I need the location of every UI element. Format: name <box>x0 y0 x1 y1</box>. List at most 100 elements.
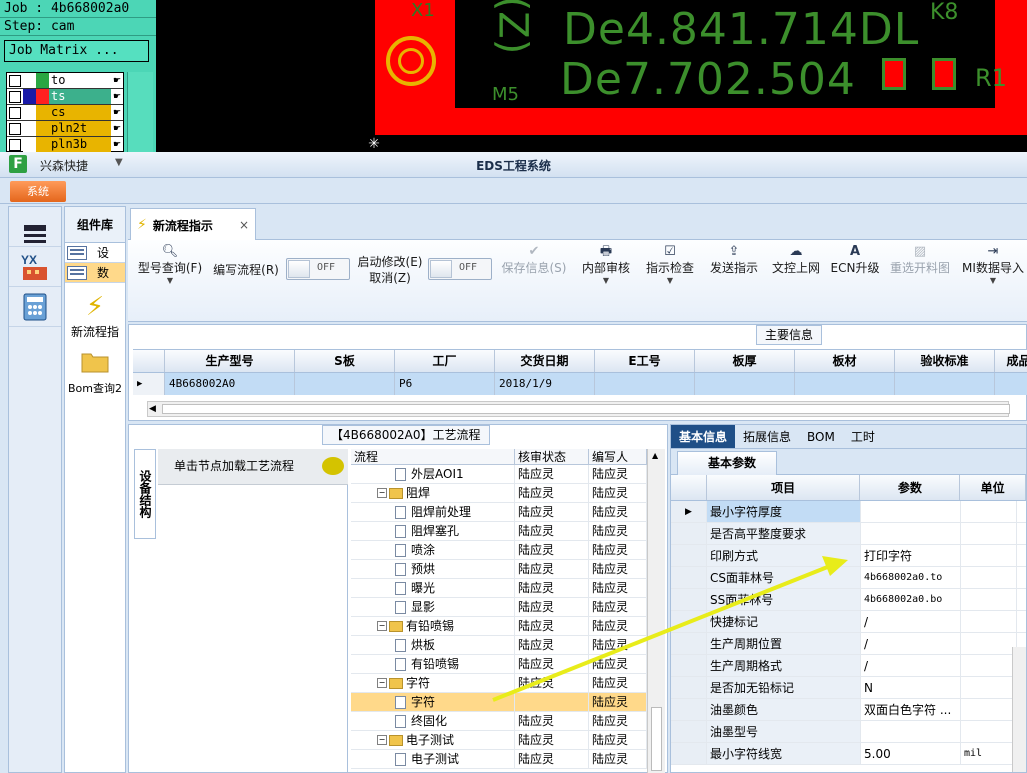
tree-node[interactable]: 电子测试 <box>351 750 515 768</box>
layer-name[interactable]: ts <box>49 89 111 104</box>
write-process-toggle[interactable]: OFF <box>286 258 350 280</box>
tree-node[interactable]: 阻焊前处理 <box>351 503 515 521</box>
table-row[interactable]: 电子测试 陆应灵 陆应灵 <box>351 750 647 769</box>
table-row[interactable]: − 阻焊 陆应灵 陆应灵 <box>351 484 647 503</box>
doc-upload-button[interactable]: ☁ 文控上网 <box>768 240 824 302</box>
table-row[interactable]: 生产周期位置 / <box>671 633 1026 655</box>
mi-data-import-button[interactable]: ⇥ MI数据导入 ▼ <box>960 240 1026 302</box>
close-icon[interactable]: × <box>239 218 249 232</box>
vertical-scrollbar[interactable]: ▲ <box>647 449 665 773</box>
tree-node[interactable]: 终固化 <box>351 712 515 730</box>
column-header[interactable]: 交货日期 <box>495 350 595 372</box>
table-row[interactable]: 是否高平整度要求 <box>671 523 1026 545</box>
param-value[interactable]: 打印字符 <box>861 545 961 566</box>
scrollbar-thumb[interactable] <box>651 707 662 771</box>
layer-color-swatch[interactable] <box>23 105 36 120</box>
layer-row[interactable]: to ☛ <box>7 73 123 89</box>
tab-拓展信息[interactable]: 拓展信息 <box>735 425 799 448</box>
table-row[interactable]: 印刷方式 打印字符 <box>671 545 1026 567</box>
table-row[interactable]: 生产周期格式 / <box>671 655 1026 677</box>
collapse-icon[interactable]: − <box>377 621 387 631</box>
indicator-check-button[interactable]: ☑ 指示检查 ▼ <box>642 240 698 302</box>
reselect-drawing-button[interactable]: ▨ 重选开料图 <box>888 240 952 302</box>
scroll-up-icon[interactable]: ▲ <box>652 451 658 460</box>
param-value[interactable]: / <box>861 633 961 654</box>
table-row[interactable]: 显影 陆应灵 陆应灵 <box>351 598 647 617</box>
tab-device-structure[interactable]: 设备结构 <box>134 449 156 539</box>
startup-modify-toggle[interactable]: OFF <box>428 258 492 280</box>
menu-system-button[interactable]: 系统 <box>10 181 66 202</box>
tab-basic-params[interactable]: 基本参数 <box>677 451 777 475</box>
param-value[interactable]: / <box>861 655 961 676</box>
table-row[interactable]: 喷涂 陆应灵 陆应灵 <box>351 541 647 560</box>
lib-item-bom-query[interactable]: Bom查询2 <box>65 348 125 396</box>
table-cell[interactable]: 4B668002A0 <box>165 373 295 395</box>
table-row[interactable]: SS面菲林号 4b668002a0.bo <box>671 589 1026 611</box>
internal-review-button[interactable]: 🖶 内部审核 ▼ <box>578 240 634 302</box>
layer-checkbox[interactable] <box>9 122 21 135</box>
param-value[interactable] <box>861 501 961 522</box>
tree-node[interactable]: 烘板 <box>351 636 515 654</box>
table-cell[interactable]: 2018/1/9 0:00:00 <box>495 373 595 412</box>
table-cell[interactable] <box>895 373 995 395</box>
job-matrix-button[interactable]: Job Matrix ... <box>4 40 149 62</box>
tree-node[interactable]: − 有铅喷锡 <box>351 617 515 635</box>
lib-tab-data[interactable]: 数 <box>65 263 125 283</box>
table-row[interactable]: − 有铅喷锡 陆应灵 陆应灵 <box>351 617 647 636</box>
tree-node[interactable]: 预烘 <box>351 560 515 578</box>
layer-name[interactable]: pln3b <box>49 137 111 152</box>
param-value[interactable]: 5.00 <box>861 743 961 764</box>
layer-row[interactable]: ts ☛ <box>7 89 123 105</box>
load-process-hint[interactable]: 单击节点加载工艺流程 <box>158 449 348 485</box>
hamburger-menu-icon[interactable] <box>9 207 61 247</box>
send-indicator-button[interactable]: ⇪ 发送指示 <box>706 240 762 302</box>
layer-checkbox[interactable] <box>9 74 21 87</box>
param-value[interactable] <box>861 721 961 742</box>
column-header[interactable]: 板材 <box>795 350 895 372</box>
column-header[interactable]: 验收标准 <box>895 350 995 372</box>
table-row[interactable]: 烘板 陆应灵 陆应灵 <box>351 636 647 655</box>
horizontal-scrollbar[interactable]: ◀ <box>147 401 1010 417</box>
table-row[interactable]: − 字符 陆应灵 陆应灵 <box>351 674 647 693</box>
layer-row[interactable]: pln3b ☛ <box>7 137 123 153</box>
column-header[interactable]: S板 <box>295 350 395 372</box>
table-row[interactable]: 终固化 陆应灵 陆应灵 <box>351 712 647 731</box>
column-header[interactable]: 项目 <box>707 475 861 500</box>
layer-row[interactable]: pln2t ☛ <box>7 121 123 137</box>
column-header[interactable]: 编写人 <box>589 449 647 464</box>
layer-checkbox[interactable] <box>9 138 21 151</box>
param-value[interactable]: 4b668002a0.to <box>861 567 961 588</box>
table-row[interactable]: 预烘 陆应灵 陆应灵 <box>351 560 647 579</box>
layer-color-swatch[interactable] <box>23 121 36 136</box>
param-value[interactable]: N <box>861 677 961 698</box>
tree-node[interactable]: 曝光 <box>351 579 515 597</box>
param-value[interactable] <box>861 523 961 544</box>
table-row[interactable]: ▶ 最小字符厚度 <box>671 501 1026 523</box>
tree-node[interactable]: 阻焊塞孔 <box>351 522 515 540</box>
tree-node[interactable]: 喷涂 <box>351 541 515 559</box>
table-row[interactable]: 油墨颜色 双面白色字符 ... <box>671 699 1026 721</box>
table-row[interactable]: − 电子测试 陆应灵 陆应灵 <box>351 731 647 750</box>
tab-new-process-indicator[interactable]: ⚡ 新流程指示 × <box>130 208 256 241</box>
table-cell[interactable] <box>995 373 1027 395</box>
table-cell[interactable] <box>295 373 395 395</box>
table-cell[interactable] <box>595 373 695 395</box>
write-process-button[interactable]: 编写流程(R) <box>210 262 282 324</box>
tree-node[interactable]: − 电子测试 <box>351 731 515 749</box>
startup-modify-button[interactable]: 启动修改(E) 取消(Z) <box>352 254 428 316</box>
column-header[interactable]: 板厚 <box>695 350 795 372</box>
table-row[interactable]: 阻焊前处理 陆应灵 陆应灵 <box>351 503 647 522</box>
collapse-icon[interactable]: − <box>377 678 387 688</box>
table-row[interactable]: CS面菲林号 4b668002a0.to <box>671 567 1026 589</box>
table-row[interactable]: ▶4B668002A0 P62018/1/9 0:00:00 <box>133 373 1027 412</box>
table-row[interactable]: 是否加无铅标记 N <box>671 677 1026 699</box>
layer-checkbox[interactable] <box>9 90 21 103</box>
layer-color-swatch[interactable] <box>23 137 36 152</box>
param-value[interactable]: 4b668002a0.bo <box>861 589 961 610</box>
table-row[interactable]: 油墨型号 <box>671 721 1026 743</box>
column-header[interactable]: 参数 <box>860 475 961 500</box>
tab-基本信息[interactable]: 基本信息 <box>671 425 736 448</box>
vertical-scrollbar[interactable] <box>1012 647 1026 772</box>
layer-name[interactable]: to <box>49 73 111 88</box>
tab-BOM[interactable]: BOM <box>799 425 843 448</box>
